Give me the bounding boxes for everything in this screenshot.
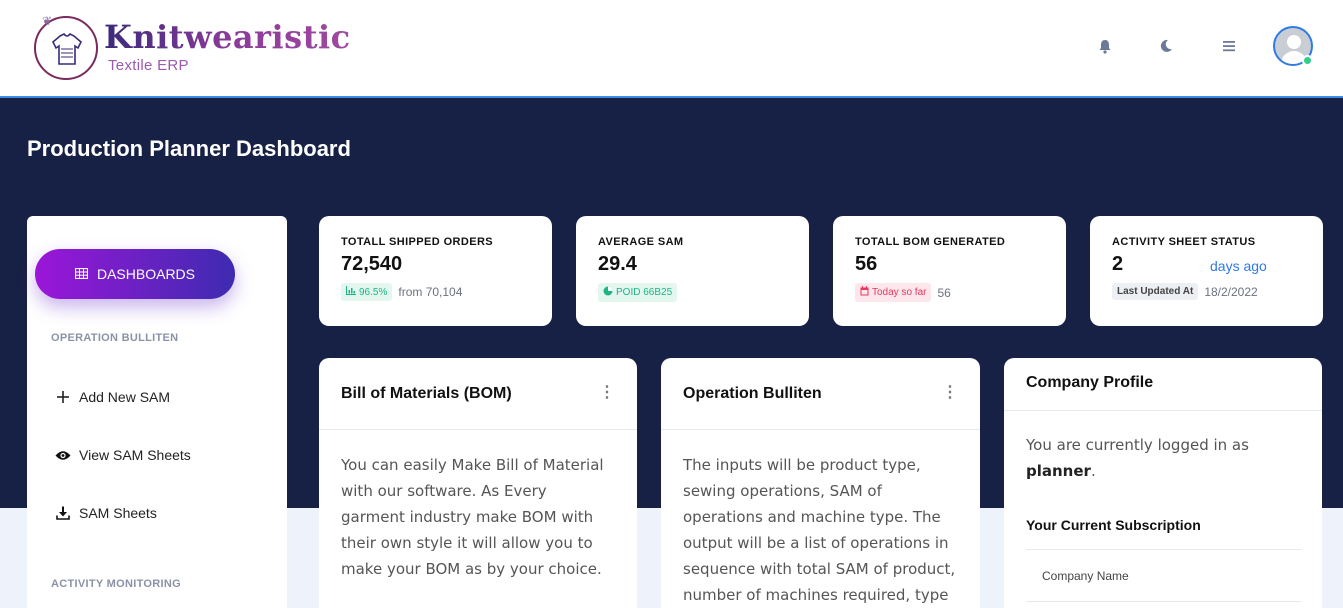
page-title: Production Planner Dashboard: [27, 136, 351, 161]
sidebar-item-sam-sheets[interactable]: SAM Sheets: [55, 505, 157, 521]
username: planner: [1026, 462, 1091, 480]
plus-icon: [55, 389, 71, 405]
bar-chart-icon: [346, 286, 356, 298]
sidebar-item-label: SAM Sheets: [79, 505, 157, 521]
stat-card-bom-generated: TOTALL BOM GENERATED 56 Today so far 56: [833, 216, 1066, 326]
online-status-dot: [1302, 55, 1313, 66]
stat-card-activity-sheet: ACTIVITY SHEET STATUS 2 days ago Last Up…: [1090, 216, 1323, 326]
top-navbar: ❦ Knitwearistic Textile ERP: [0, 0, 1343, 98]
stat-value: 2: [1112, 253, 1124, 275]
stat-card-shipped-orders: TOTALL SHIPPED ORDERS 72,540 96.5% from …: [319, 216, 552, 326]
divider: [1026, 549, 1301, 550]
sidebar-item-add-new-sam[interactable]: Add New SAM: [55, 389, 170, 405]
growth-badge: 96.5%: [341, 283, 393, 301]
brand-subtitle: Textile ERP: [108, 57, 189, 74]
more-options-icon[interactable]: ⋮: [942, 385, 958, 429]
card-body: You can easily Make Bill of Material wit…: [341, 456, 604, 578]
brand-logo[interactable]: ❦ Knitwearistic Textile ERP: [34, 14, 350, 80]
sidebar-item-label: Add New SAM: [79, 389, 171, 405]
section-operation-bulliten: OPERATION BULLITEN: [51, 332, 179, 344]
pie-chart-icon: [603, 286, 613, 299]
stat-value: 72,540: [341, 253, 403, 275]
divider: [1026, 601, 1301, 602]
bell-icon[interactable]: [1095, 36, 1115, 56]
brand-name: Knitwearistic: [104, 18, 351, 56]
sidebar-item-view-sam-sheets[interactable]: View SAM Sheets: [55, 447, 191, 463]
stat-foot-text: 56: [937, 285, 951, 300]
stat-label: TOTALL SHIPPED ORDERS: [341, 236, 494, 248]
section-activity-monitoring: ACTIVITY MONITORING: [51, 578, 181, 590]
download-icon: [55, 505, 71, 521]
company-name-label: Company Name: [1042, 569, 1129, 583]
last-updated-badge: Last Updated At: [1112, 283, 1199, 300]
dashboards-label: DASHBOARDS: [96, 266, 196, 282]
card-body: The inputs will be product type, sewing …: [683, 456, 956, 604]
subscription-title: Your Current Subscription: [1026, 517, 1201, 533]
leaf-icon: ❦: [42, 14, 53, 28]
operation-bulliten-card: Operation Bulliten ⋮ The inputs will be …: [661, 358, 980, 608]
grid-icon: [74, 266, 89, 282]
badge-text: Today so far: [872, 287, 927, 298]
days-ago-text: days ago: [1210, 258, 1267, 274]
menu-icon[interactable]: [1219, 36, 1239, 56]
poid-badge: POID 66B25: [598, 283, 678, 302]
dashboards-button[interactable]: DASHBOARDS: [35, 249, 235, 299]
login-status-text: You are currently logged in as planner.: [1026, 436, 1249, 480]
stat-card-average-sam: AVERAGE SAM 29.4 POID 66B25: [576, 216, 809, 326]
more-options-icon[interactable]: ⋮: [599, 385, 615, 429]
card-title: Operation Bulliten: [683, 385, 822, 402]
calendar-icon: [860, 286, 869, 299]
login-prefix: You are currently logged in as: [1026, 436, 1249, 454]
badge-text: POID 66B25: [616, 287, 673, 298]
stat-value: 56: [855, 253, 878, 275]
card-title: Bill of Materials (BOM): [341, 385, 512, 402]
bom-card: Bill of Materials (BOM) ⋮ You can easily…: [319, 358, 637, 608]
moon-icon[interactable]: [1156, 36, 1176, 56]
stat-foot-text: from 70,104: [398, 285, 463, 299]
sidebar: DASHBOARDS OPERATION BULLITEN Add New SA…: [27, 216, 287, 608]
stat-label: AVERAGE SAM: [598, 236, 684, 248]
today-badge: Today so far: [855, 283, 932, 302]
stat-label: TOTALL BOM GENERATED: [855, 236, 1006, 248]
stat-label: ACTIVITY SHEET STATUS: [1112, 236, 1256, 248]
stat-value: 29.4: [598, 253, 637, 275]
sidebar-item-label: View SAM Sheets: [79, 447, 191, 463]
stat-foot-text: 18/2/2022: [1204, 284, 1258, 299]
badge-text: 96.5%: [359, 286, 388, 298]
eye-icon: [55, 447, 71, 463]
company-profile-card: Company Profile You are currently logged…: [1004, 358, 1322, 608]
card-title: Company Profile: [1004, 358, 1322, 411]
